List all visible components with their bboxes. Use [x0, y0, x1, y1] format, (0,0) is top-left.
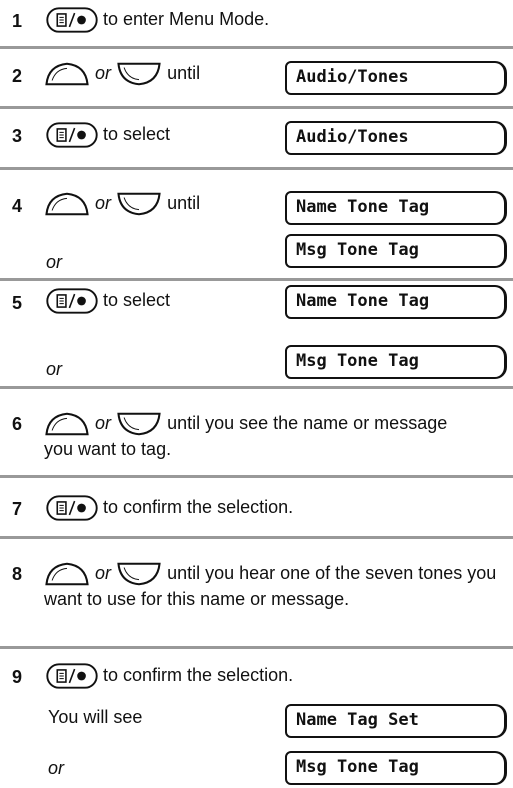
or-label: or [46, 252, 63, 272]
step-text: until [167, 62, 201, 83]
step-text: until you hear one of the seven tones yo… [44, 562, 497, 609]
scroll-down-key-icon [116, 60, 162, 88]
step-number: 8 [12, 564, 23, 584]
scroll-down-key-icon [116, 410, 162, 438]
step-number: 6 [12, 414, 23, 434]
menu-select-key-icon [46, 662, 98, 690]
display-screen: Name Tone Tag [285, 285, 507, 319]
divider [0, 167, 513, 170]
step-text: to select [103, 123, 171, 144]
display-screen: Audio/Tones [285, 121, 507, 155]
scroll-up-key-icon [44, 560, 90, 588]
divider [0, 646, 513, 649]
or-label: or [95, 62, 112, 83]
scroll-up-key-icon [44, 60, 90, 88]
menu-select-key-icon [46, 494, 98, 522]
menu-select-key-icon [46, 6, 98, 34]
or-label: or [95, 562, 112, 583]
step-text: until [167, 192, 201, 213]
scroll-down-key-icon [116, 560, 162, 588]
display-screen-alt: Msg Tone Tag [285, 234, 507, 268]
step-number: 9 [12, 667, 23, 687]
divider [0, 536, 513, 539]
divider [0, 46, 513, 49]
step-number: 5 [12, 293, 23, 313]
step-number: 3 [12, 126, 23, 146]
divider [0, 278, 513, 281]
or-label: or [95, 192, 112, 213]
step-number: 2 [12, 66, 23, 86]
scroll-up-key-icon [44, 410, 90, 438]
or-label: or [46, 359, 63, 379]
display-screen: Name Tag Set [285, 704, 507, 738]
or-label: or [48, 758, 65, 778]
divider [0, 106, 513, 109]
step-text: to confirm the selection. [103, 496, 294, 517]
or-label: or [95, 412, 112, 433]
step-text: to enter Menu Mode. [103, 8, 270, 29]
step-number: 7 [12, 499, 23, 519]
divider [0, 475, 513, 478]
step-number: 1 [12, 11, 23, 31]
scroll-down-key-icon [116, 190, 162, 218]
note-text: You will see [48, 707, 143, 727]
display-screen: Audio/Tones [285, 61, 507, 95]
step-text: to select [103, 289, 171, 310]
menu-select-key-icon [46, 287, 98, 315]
step-number: 4 [12, 196, 23, 216]
display-screen: Name Tone Tag [285, 191, 507, 225]
menu-select-key-icon [46, 121, 98, 149]
divider [0, 386, 513, 389]
display-screen-alt: Msg Tone Tag [285, 345, 507, 379]
display-screen-alt: Msg Tone Tag [285, 751, 507, 785]
scroll-up-key-icon [44, 190, 90, 218]
step-text: to confirm the selection. [103, 664, 294, 685]
